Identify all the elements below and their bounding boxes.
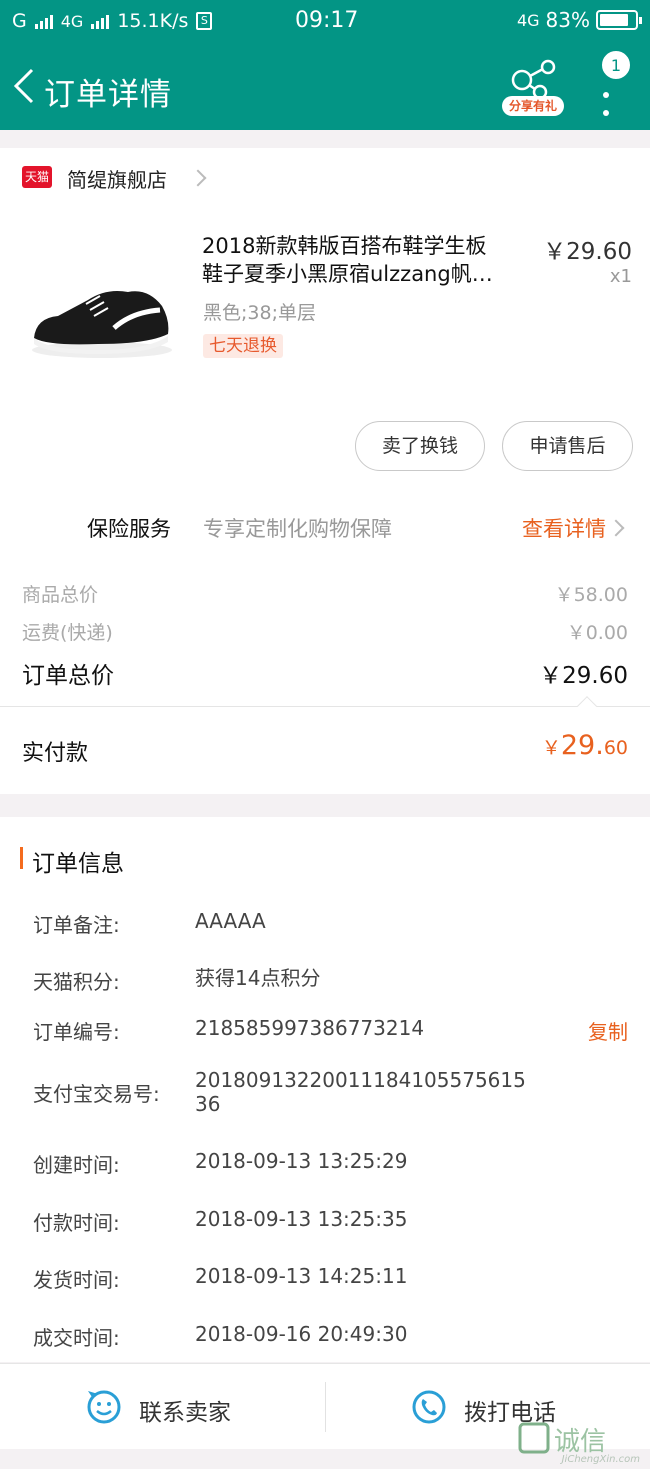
share-button[interactable]: 分享有礼 xyxy=(500,58,566,120)
product-quantity: x1 xyxy=(609,266,632,287)
copy-button[interactable]: 复制 xyxy=(588,1016,628,1045)
insurance-desc: 专享定制化购物保障 xyxy=(203,517,392,541)
order-total-value: ￥29.60 xyxy=(539,663,628,689)
order-item-card: 天猫 简缇旗舰店 2018新款韩版百搭布鞋学生板 鞋子夏季小黑原宿ulzzang… xyxy=(0,148,650,794)
info-value: 获得14点积分 xyxy=(195,966,321,990)
carrier-label: G xyxy=(12,10,27,32)
battery-percent: 83% xyxy=(545,8,590,32)
message-badge: 1 xyxy=(600,49,632,81)
paid-label: 实付款 xyxy=(22,741,89,766)
chevron-right-icon xyxy=(607,519,625,537)
return-policy-tag: 七天退换 xyxy=(203,334,283,358)
clock: 09:17 xyxy=(295,8,359,33)
nav-bar: 订单详情 分享有礼 xyxy=(0,44,650,130)
store-name: 简缇旗舰店 xyxy=(67,168,167,192)
divider xyxy=(0,706,650,707)
info-key: 支付宝交易号: xyxy=(33,1082,160,1106)
back-arrow-icon[interactable] xyxy=(8,64,40,108)
info-value: 2018-09-13 14:25:11 xyxy=(195,1264,408,1288)
product-sku: 黑色;38;单层 xyxy=(203,302,316,324)
info-value: 2018-09-16 20:49:30 xyxy=(195,1322,408,1346)
svg-text:诚信: 诚信 xyxy=(554,1427,606,1457)
insurance-row[interactable]: 保险服务 专享定制化购物保障 查看详情 xyxy=(0,503,650,553)
insurance-details-link[interactable]: 查看详情 xyxy=(522,513,606,543)
chat-bubble-icon xyxy=(87,1390,121,1424)
product-title-line1: 2018新款韩版百搭布鞋学生板 xyxy=(202,234,487,258)
sell-button[interactable]: 卖了换钱 xyxy=(355,421,485,471)
top-bar: G 4G 15.1K/s S 09:17 4G 83% 订单详情 分享有礼 1 xyxy=(0,0,650,130)
contact-seller-button[interactable]: 联系卖家 xyxy=(0,1364,325,1450)
info-key: 创建时间: xyxy=(33,1153,120,1177)
share-icon xyxy=(511,59,556,100)
info-value: 2018-09-13 13:25:29 xyxy=(195,1149,408,1173)
info-key: 订单编号: xyxy=(33,1020,120,1044)
sim-icon: S xyxy=(196,12,213,30)
info-key: 付款时间: xyxy=(33,1211,120,1235)
battery-icon xyxy=(596,10,642,30)
watermark-text: JiChengXin.com xyxy=(561,1454,640,1465)
info-key: 发货时间: xyxy=(33,1268,120,1292)
aftersale-button[interactable]: 申请售后 xyxy=(502,421,633,471)
order-total-label: 订单总价 xyxy=(22,663,114,689)
shipping-row: 运费(快递) ￥0.00 xyxy=(22,618,628,644)
goods-total-label: 商品总价 xyxy=(22,584,99,606)
info-key: 订单备注: xyxy=(33,913,120,937)
page-title: 订单详情 xyxy=(44,77,172,113)
contact-seller-label: 联系卖家 xyxy=(139,1400,231,1426)
alipay-trade-number: 2018091322001118410557561536 xyxy=(195,1068,526,1116)
network-right: 4G xyxy=(516,10,540,30)
info-value: 2018-09-13 13:25:35 xyxy=(195,1207,408,1231)
info-value: AAAAA xyxy=(195,909,266,933)
order-total-row: 订单总价 ￥29.60 xyxy=(22,656,628,689)
section-accent-bar xyxy=(20,847,23,869)
goods-total-row: 商品总价 ￥58.00 xyxy=(22,580,628,606)
paid-currency: ￥ xyxy=(541,737,561,759)
store-row[interactable]: 天猫 简缇旗舰店 xyxy=(0,148,650,210)
shipping-label: 运费(快递) xyxy=(22,622,113,644)
insurance-label: 保险服务 xyxy=(87,517,171,541)
signal-icon-2 xyxy=(91,13,110,29)
share-label: 分享有礼 xyxy=(502,96,564,116)
product-title[interactable]: 2018新款韩版百搭布鞋学生板 鞋子夏季小黑原宿ulzzang帆… xyxy=(202,232,532,288)
product-price: ￥29.60 xyxy=(543,239,632,265)
info-key: 成交时间: xyxy=(33,1326,120,1350)
shipping-value: ￥0.00 xyxy=(566,622,628,644)
phone-icon xyxy=(412,1390,446,1424)
product-image[interactable] xyxy=(28,258,176,368)
paid-integer: 29. xyxy=(560,730,604,761)
product-title-line2: 鞋子夏季小黑原宿ulzzang帆… xyxy=(202,262,493,286)
order-number: 218585997386773214 xyxy=(195,1016,425,1040)
tmall-logo: 天猫 xyxy=(22,166,52,188)
info-key: 天猫积分: xyxy=(33,970,120,994)
paid-decimal: 60 xyxy=(603,737,628,759)
divider-notch xyxy=(577,696,597,716)
signal-icon xyxy=(34,13,53,29)
chevron-right-icon xyxy=(189,169,207,187)
status-bar: G 4G 15.1K/s S 09:17 4G 83% xyxy=(0,0,650,44)
order-info-title: 订单信息 xyxy=(32,851,124,877)
network-label: 4G xyxy=(60,11,84,31)
paid-amount: ￥29.60 xyxy=(542,730,628,761)
net-speed: 15.1K/s xyxy=(117,10,189,32)
goods-total-value: ￥58.00 xyxy=(554,584,628,606)
order-info-card: 订单信息 订单备注: AAAAA 天猫积分: 获得14点积分 订单编号: 218… xyxy=(0,817,650,1362)
